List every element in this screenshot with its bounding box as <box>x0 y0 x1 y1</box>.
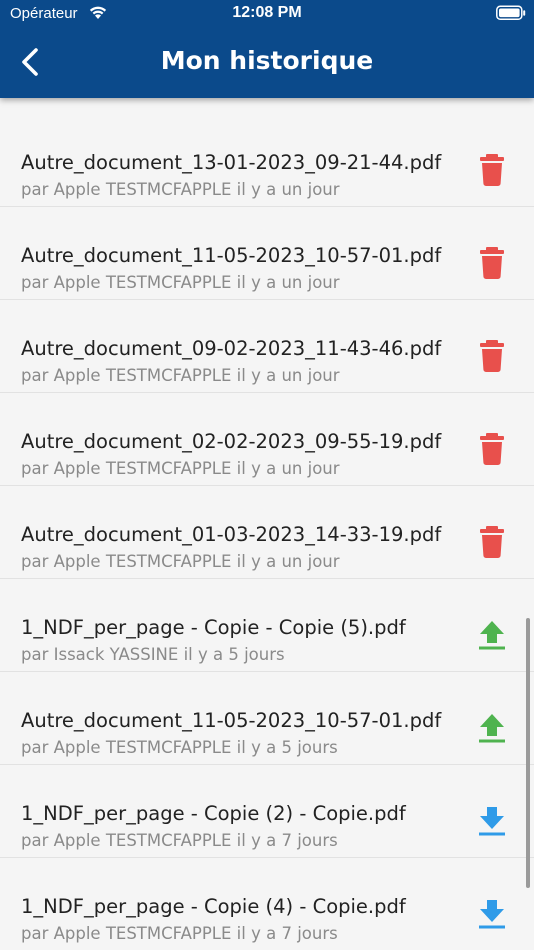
download-button[interactable] <box>472 893 512 935</box>
file-meta: par Apple TESTMCFAPPLE il y a un jour <box>21 366 340 385</box>
history-item[interactable]: 1_NDF_per_page - Copie (4) - Copie.pdf p… <box>0 858 534 950</box>
file-meta: par Issack YASSINE il y a 5 jours <box>21 645 285 664</box>
file-meta: par Apple TESTMCFAPPLE il y a un jour <box>21 273 340 292</box>
history-list[interactable]: Autre_document_13-01-2023_09-21-44.pdf p… <box>0 98 534 950</box>
history-item[interactable]: Autre_document_13-01-2023_09-21-44.pdf p… <box>0 114 534 207</box>
file-name: Autre_document_02-02-2023_09-55-19.pdf <box>21 430 442 453</box>
delete-button[interactable] <box>472 149 512 191</box>
file-meta: par Apple TESTMCFAPPLE il y a un jour <box>21 552 340 571</box>
file-name: Autre_document_11-05-2023_10-57-01.pdf <box>21 709 442 732</box>
file-name: Autre_document_11-05-2023_10-57-01.pdf <box>21 244 442 267</box>
trash-icon <box>480 340 504 372</box>
delete-button[interactable] <box>472 428 512 470</box>
status-bar: Opérateur 12:08 PM <box>0 0 534 30</box>
file-meta: par Apple TESTMCFAPPLE il y a 7 jours <box>21 831 338 850</box>
file-name: Autre_document_13-01-2023_09-21-44.pdf <box>21 151 442 174</box>
delete-button[interactable] <box>472 335 512 377</box>
battery-icon <box>496 5 526 21</box>
history-item[interactable]: Autre_document_09-02-2023_11-43-46.pdf p… <box>0 300 534 393</box>
delete-button[interactable] <box>472 242 512 284</box>
upload-icon <box>479 714 505 743</box>
trash-icon <box>480 433 504 465</box>
file-meta: par Apple TESTMCFAPPLE il y a un jour <box>21 180 340 199</box>
upload-button[interactable] <box>472 707 512 749</box>
upload-icon <box>479 621 505 650</box>
trash-icon <box>480 247 504 279</box>
history-item[interactable]: Autre_document_11-05-2023_10-57-01.pdf p… <box>0 672 534 765</box>
trash-icon <box>480 526 504 558</box>
download-button[interactable] <box>472 800 512 842</box>
delete-button[interactable] <box>472 521 512 563</box>
history-item[interactable]: Autre_document_01-03-2023_14-33-19.pdf p… <box>0 486 534 579</box>
upload-button[interactable] <box>472 614 512 656</box>
download-icon <box>479 900 505 929</box>
file-name: Autre_document_09-02-2023_11-43-46.pdf <box>21 337 442 360</box>
file-meta: par Apple TESTMCFAPPLE il y a un jour <box>21 459 340 478</box>
history-item[interactable]: Autre_document_11-05-2023_10-57-01.pdf p… <box>0 207 534 300</box>
history-item[interactable]: 1_NDF_per_page - Copie (2) - Copie.pdf p… <box>0 765 534 858</box>
app-header: Opérateur 12:08 PM Mon historique <box>0 0 534 98</box>
download-icon <box>479 807 505 836</box>
history-item[interactable]: 1_NDF_per_page - Copie - Copie (5).pdf p… <box>0 579 534 672</box>
file-name: Autre_document_01-03-2023_14-33-19.pdf <box>21 523 442 546</box>
status-time: 12:08 PM <box>232 4 302 21</box>
file-meta: par Apple TESTMCFAPPLE il y a 5 jours <box>21 738 338 757</box>
file-name: 1_NDF_per_page - Copie (4) - Copie.pdf <box>21 895 406 918</box>
navigation-bar: Mon historique <box>0 30 534 98</box>
trash-icon <box>480 154 504 186</box>
scrollbar[interactable] <box>526 618 530 888</box>
page-title: Mon historique <box>160 46 374 75</box>
history-item[interactable]: Autre_document_02-02-2023_09-55-19.pdf p… <box>0 393 534 486</box>
file-name: 1_NDF_per_page - Copie - Copie (5).pdf <box>21 616 406 639</box>
file-name: 1_NDF_per_page - Copie (2) - Copie.pdf <box>21 802 406 825</box>
file-meta: par Apple TESTMCFAPPLE il y a 7 jours <box>21 924 338 943</box>
